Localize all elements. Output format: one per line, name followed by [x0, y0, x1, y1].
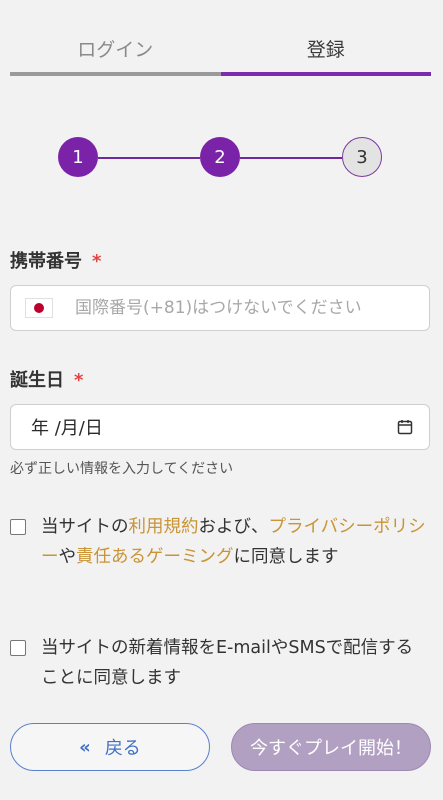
newsletter-row: 当サイトの新着情報をE-mailやSMSで配信することに同意します	[10, 633, 430, 693]
phone-field	[10, 285, 430, 331]
birthdate-value: 年 /月/日	[31, 418, 103, 439]
double-chevron-left-icon: «	[79, 736, 91, 758]
calendar-icon[interactable]	[397, 419, 413, 435]
back-button-label: 戻る	[104, 738, 141, 759]
birthdate-label-text: 誕生日	[10, 370, 64, 391]
step-3: 3	[342, 137, 382, 177]
step-connector	[98, 157, 200, 159]
terms-text-3: や	[58, 547, 77, 567]
auth-tabs: ログイン 登録	[10, 30, 431, 78]
responsible-gaming-link[interactable]: 責任あるゲーミング	[76, 547, 234, 567]
required-mark: *	[92, 251, 102, 272]
required-mark: *	[74, 370, 84, 391]
birthdate-label: 誕生日 *	[10, 366, 83, 392]
newsletter-text: 当サイトの新着情報をE-mailやSMSで配信することに同意します	[41, 638, 414, 688]
tab-login[interactable]: ログイン	[10, 30, 221, 78]
birthdate-input[interactable]: 年 /月/日	[10, 404, 430, 450]
terms-text: 当サイトの利用規約および、プライバシーポリシーや責任あるゲーミングに同意します	[41, 512, 426, 572]
start-playing-button[interactable]: 今すぐプレイ開始！	[231, 723, 431, 771]
flag-circle	[34, 303, 44, 313]
step-connector	[240, 157, 342, 159]
step-2: 2	[200, 137, 240, 177]
newsletter-checkbox[interactable]	[10, 640, 26, 656]
terms-text-2: および、	[198, 517, 269, 537]
phone-label-text: 携帯番号	[10, 251, 82, 272]
birthdate-hint: 必ず正しい情報を入力してください	[10, 461, 234, 477]
progress-stepper: 1 2 3	[58, 137, 382, 179]
japan-flag-icon[interactable]	[25, 298, 53, 318]
tab-register[interactable]: 登録	[220, 30, 432, 78]
step-1: 1	[58, 137, 98, 177]
phone-label: 携帯番号 *	[10, 247, 101, 273]
terms-text-1: 当サイトの	[41, 517, 129, 537]
terms-checkbox[interactable]	[10, 519, 26, 535]
terms-link[interactable]: 利用規約	[129, 517, 199, 537]
start-playing-label: 今すぐプレイ開始！	[250, 738, 412, 759]
phone-input[interactable]	[73, 297, 417, 319]
terms-text-4: に同意します	[233, 547, 339, 567]
back-button[interactable]: « 戻る	[10, 723, 210, 771]
terms-row: 当サイトの利用規約および、プライバシーポリシーや責任あるゲーミングに同意します	[10, 512, 430, 572]
